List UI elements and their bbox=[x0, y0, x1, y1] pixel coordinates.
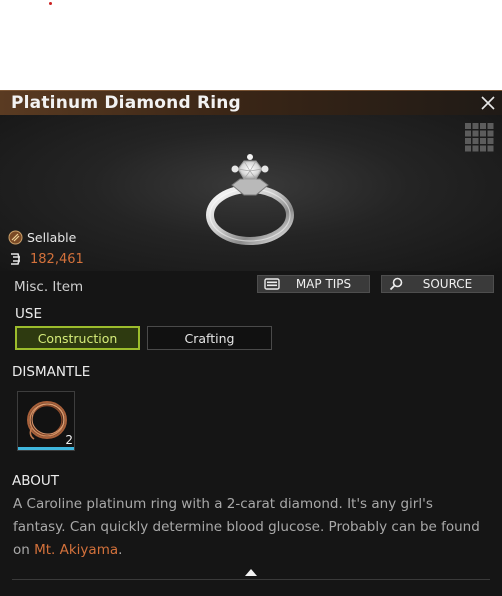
divider bbox=[12, 579, 490, 580]
grid-cell bbox=[465, 138, 471, 144]
tab-construction[interactable]: Construction bbox=[15, 326, 140, 350]
grid-cell bbox=[465, 130, 471, 137]
sellable-icon bbox=[8, 230, 23, 244]
map-tips-button[interactable]: MAP TIPS bbox=[257, 275, 370, 293]
item-title: Platinum Diamond Ring bbox=[11, 93, 241, 113]
map-icon bbox=[264, 278, 280, 290]
source-label: SOURCE bbox=[422, 277, 473, 291]
grid-cell bbox=[480, 145, 486, 152]
about-text-end: . bbox=[118, 542, 123, 558]
price-row: 182,461 bbox=[8, 251, 84, 267]
about-description: A Caroline platinum ring with a 2-carat … bbox=[13, 493, 483, 562]
map-tips-label: MAP TIPS bbox=[295, 277, 352, 291]
title-bar: Platinum Diamond Ring bbox=[0, 90, 502, 115]
red-dot bbox=[49, 2, 52, 5]
item-detail-panel: Platinum Diamond Ring Sellable 182,461 M… bbox=[0, 90, 502, 596]
price-value: 182,461 bbox=[30, 251, 84, 267]
grid-cell bbox=[480, 138, 486, 144]
dismantle-item-quantity: 2 bbox=[65, 433, 73, 447]
grid-cell bbox=[465, 145, 471, 152]
grid-cell bbox=[487, 123, 494, 129]
grid-icon[interactable] bbox=[465, 123, 495, 153]
grid-cell bbox=[465, 123, 471, 129]
grid-cell bbox=[472, 123, 479, 129]
dismantle-item-slot[interactable]: 2 bbox=[17, 391, 75, 451]
about-heading: ABOUT bbox=[12, 473, 60, 489]
sellable-row: Sellable bbox=[8, 229, 76, 245]
search-icon bbox=[389, 277, 403, 291]
ring-image bbox=[206, 154, 294, 245]
grid-cell bbox=[480, 123, 486, 129]
use-heading: USE bbox=[15, 306, 42, 322]
item-preview: Sellable 182,461 MAP TIPS SOURCE bbox=[0, 115, 502, 293]
dismantle-heading: DISMANTLE bbox=[12, 364, 91, 380]
currency-icon bbox=[11, 253, 20, 265]
source-button[interactable]: SOURCE bbox=[381, 275, 494, 293]
grid-cell bbox=[487, 138, 494, 144]
close-icon bbox=[481, 96, 495, 110]
grid-cell bbox=[472, 138, 479, 144]
grid-cell bbox=[480, 130, 486, 137]
copper-wire-icon bbox=[27, 401, 67, 440]
grid-cell bbox=[472, 145, 479, 152]
grid-cell bbox=[472, 130, 479, 137]
grid-cell bbox=[487, 130, 494, 137]
sellable-label: Sellable bbox=[27, 229, 77, 245]
grid-cell bbox=[487, 145, 494, 152]
item-category: Misc. Item bbox=[14, 279, 84, 295]
up-arrow-icon[interactable] bbox=[243, 566, 259, 578]
close-button[interactable] bbox=[480, 95, 496, 111]
item-rarity-bar bbox=[18, 447, 74, 450]
location-link[interactable]: Mt. Akiyama bbox=[34, 542, 118, 558]
tab-crafting[interactable]: Crafting bbox=[147, 326, 272, 350]
